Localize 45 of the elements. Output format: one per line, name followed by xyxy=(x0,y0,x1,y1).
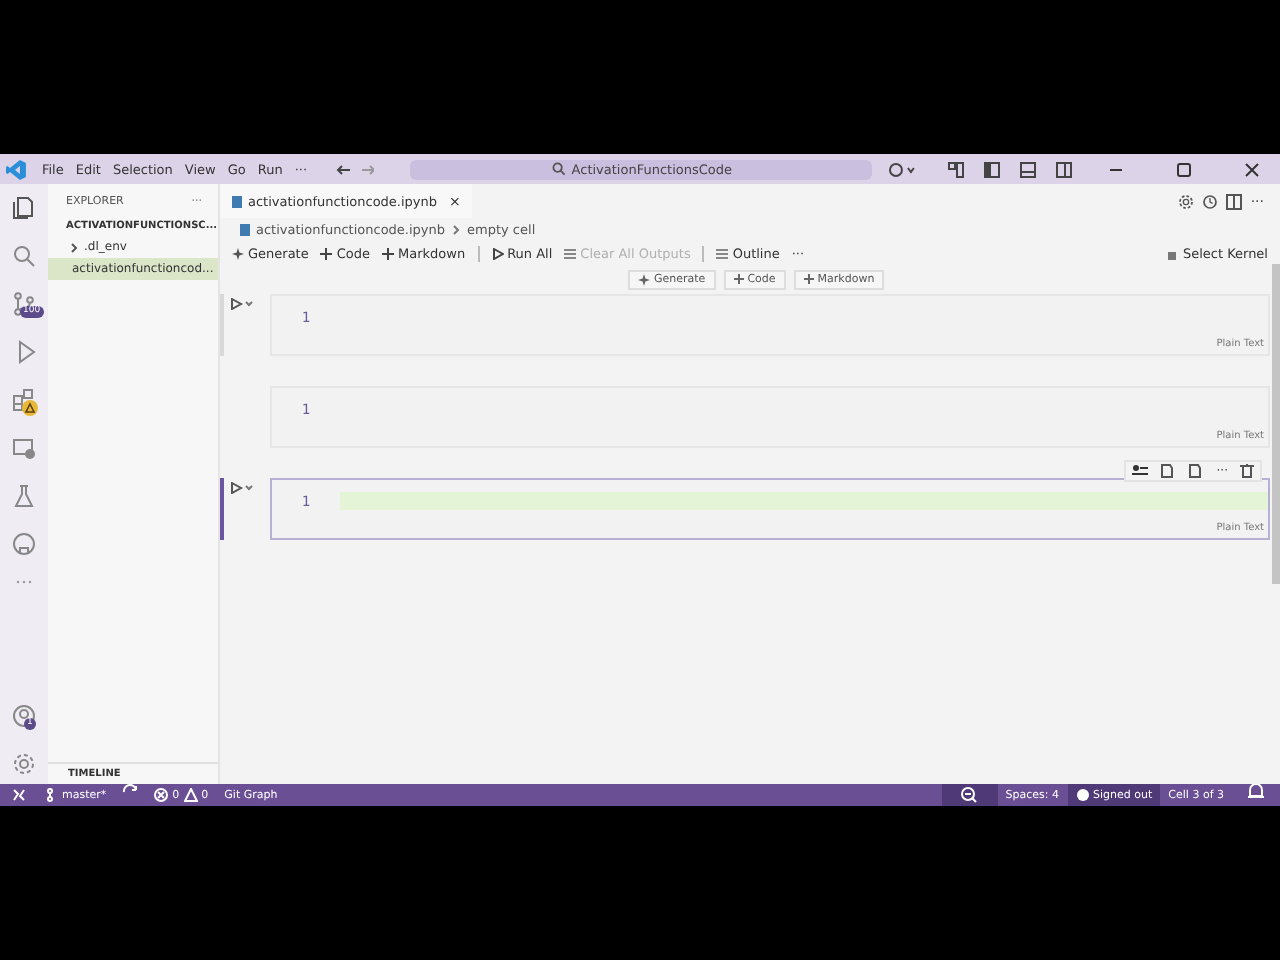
flask-icon[interactable] xyxy=(12,484,36,508)
run-cell-icon[interactable] xyxy=(230,482,254,494)
sparkle-icon xyxy=(638,273,650,285)
notebook-file-icon xyxy=(232,195,242,207)
files-icon[interactable] xyxy=(12,196,36,220)
delete-icon[interactable] xyxy=(1240,464,1254,478)
warning-icon xyxy=(183,788,198,802)
settings-icon[interactable] xyxy=(1178,193,1195,209)
remote-explorer-icon[interactable] xyxy=(12,436,36,460)
settings-icon[interactable] xyxy=(12,752,36,776)
account-icon xyxy=(1075,788,1090,802)
plus-icon xyxy=(382,247,394,259)
merge-cell-icon[interactable] xyxy=(1188,464,1205,478)
search-icon[interactable] xyxy=(12,244,36,268)
sidebar-toggle-icon[interactable] xyxy=(984,161,1001,177)
plus-icon xyxy=(803,274,814,284)
logo-icon xyxy=(6,159,26,179)
run-cell-icon[interactable] xyxy=(230,298,254,310)
extensions-icon[interactable] xyxy=(12,388,36,412)
chevron-icon[interactable] xyxy=(68,241,80,253)
list-icon xyxy=(716,247,729,259)
plus-icon xyxy=(733,274,744,284)
back-arrow-icon[interactable] xyxy=(335,163,349,175)
remote-icon xyxy=(12,788,26,802)
play-icon xyxy=(491,247,504,259)
sparkle-icon xyxy=(232,247,244,259)
branch-icon xyxy=(46,788,58,802)
notebook-file-icon xyxy=(240,223,250,235)
list-icon[interactable] xyxy=(1132,464,1149,478)
split-cell-icon[interactable] xyxy=(1160,464,1177,478)
maximize-icon[interactable] xyxy=(1176,161,1193,177)
search-icon xyxy=(551,162,566,176)
secondary-sidebar-icon[interactable] xyxy=(1056,161,1073,177)
zoom-out-icon[interactable] xyxy=(941,784,998,806)
list-icon xyxy=(564,247,577,259)
layout-icon[interactable] xyxy=(948,161,965,177)
history-icon[interactable] xyxy=(1202,193,1219,209)
error-icon xyxy=(154,788,169,802)
panel-toggle-icon[interactable] xyxy=(1020,161,1037,177)
breadcrumb-separator-icon xyxy=(451,223,462,235)
plus-icon xyxy=(320,247,333,259)
close-icon[interactable] xyxy=(1244,161,1261,177)
kernel-icon xyxy=(1166,247,1179,259)
split-editor-icon[interactable] xyxy=(1226,193,1243,209)
warning-badge-icon xyxy=(22,400,38,416)
